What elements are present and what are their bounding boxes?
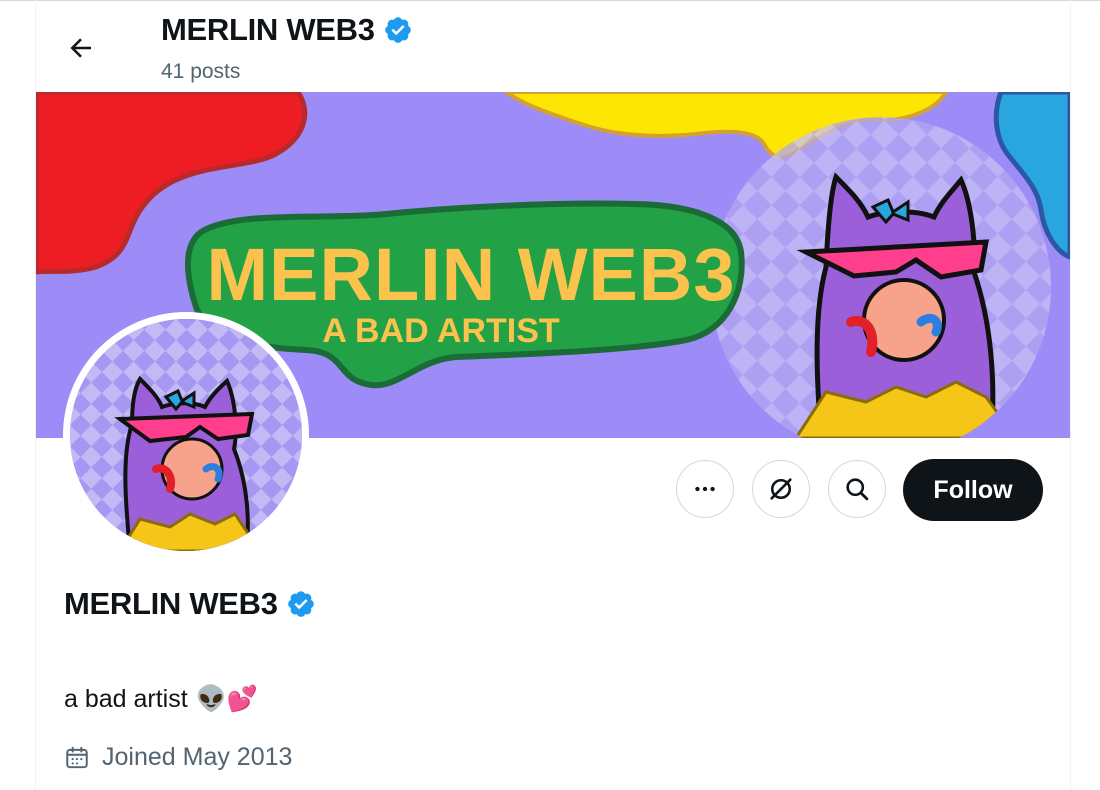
- header-title: MERLIN WEB3: [161, 12, 413, 48]
- more-options-button[interactable]: [676, 460, 734, 518]
- profile-display-name: MERLIN WEB3: [64, 586, 278, 621]
- bio-emoji: 👽💕: [195, 685, 258, 713]
- bio-text: a bad artist: [64, 685, 188, 713]
- search-posts-button[interactable]: [828, 460, 886, 518]
- profile-bio: a bad artist 👽💕: [64, 685, 258, 714]
- avatar-cat-illustration: [70, 319, 302, 551]
- arrow-left-icon: [70, 38, 91, 58]
- verified-badge-icon: [384, 17, 411, 43]
- joined-date: Joined May 2013: [102, 743, 293, 771]
- search-icon: [846, 478, 869, 501]
- calendar-icon: [66, 746, 88, 768]
- more-horizontal-icon: [695, 486, 715, 492]
- post-count: 41 posts: [161, 60, 241, 83]
- header-name: MERLIN WEB3: [161, 12, 375, 47]
- back-button[interactable]: [57, 26, 105, 70]
- verified-badge-icon[interactable]: [286, 589, 316, 619]
- banner-title-line1: MERLIN WEB3: [207, 233, 736, 316]
- grok-icon: [770, 478, 792, 500]
- profile-name-row: MERLIN WEB3: [64, 586, 316, 622]
- banner-title-line2: A BAD ARTIST: [322, 312, 560, 350]
- joined-date-row: Joined May 2013: [64, 743, 292, 772]
- follow-button[interactable]: Follow: [903, 459, 1043, 521]
- grok-button[interactable]: [752, 460, 810, 518]
- profile-avatar[interactable]: [63, 312, 309, 558]
